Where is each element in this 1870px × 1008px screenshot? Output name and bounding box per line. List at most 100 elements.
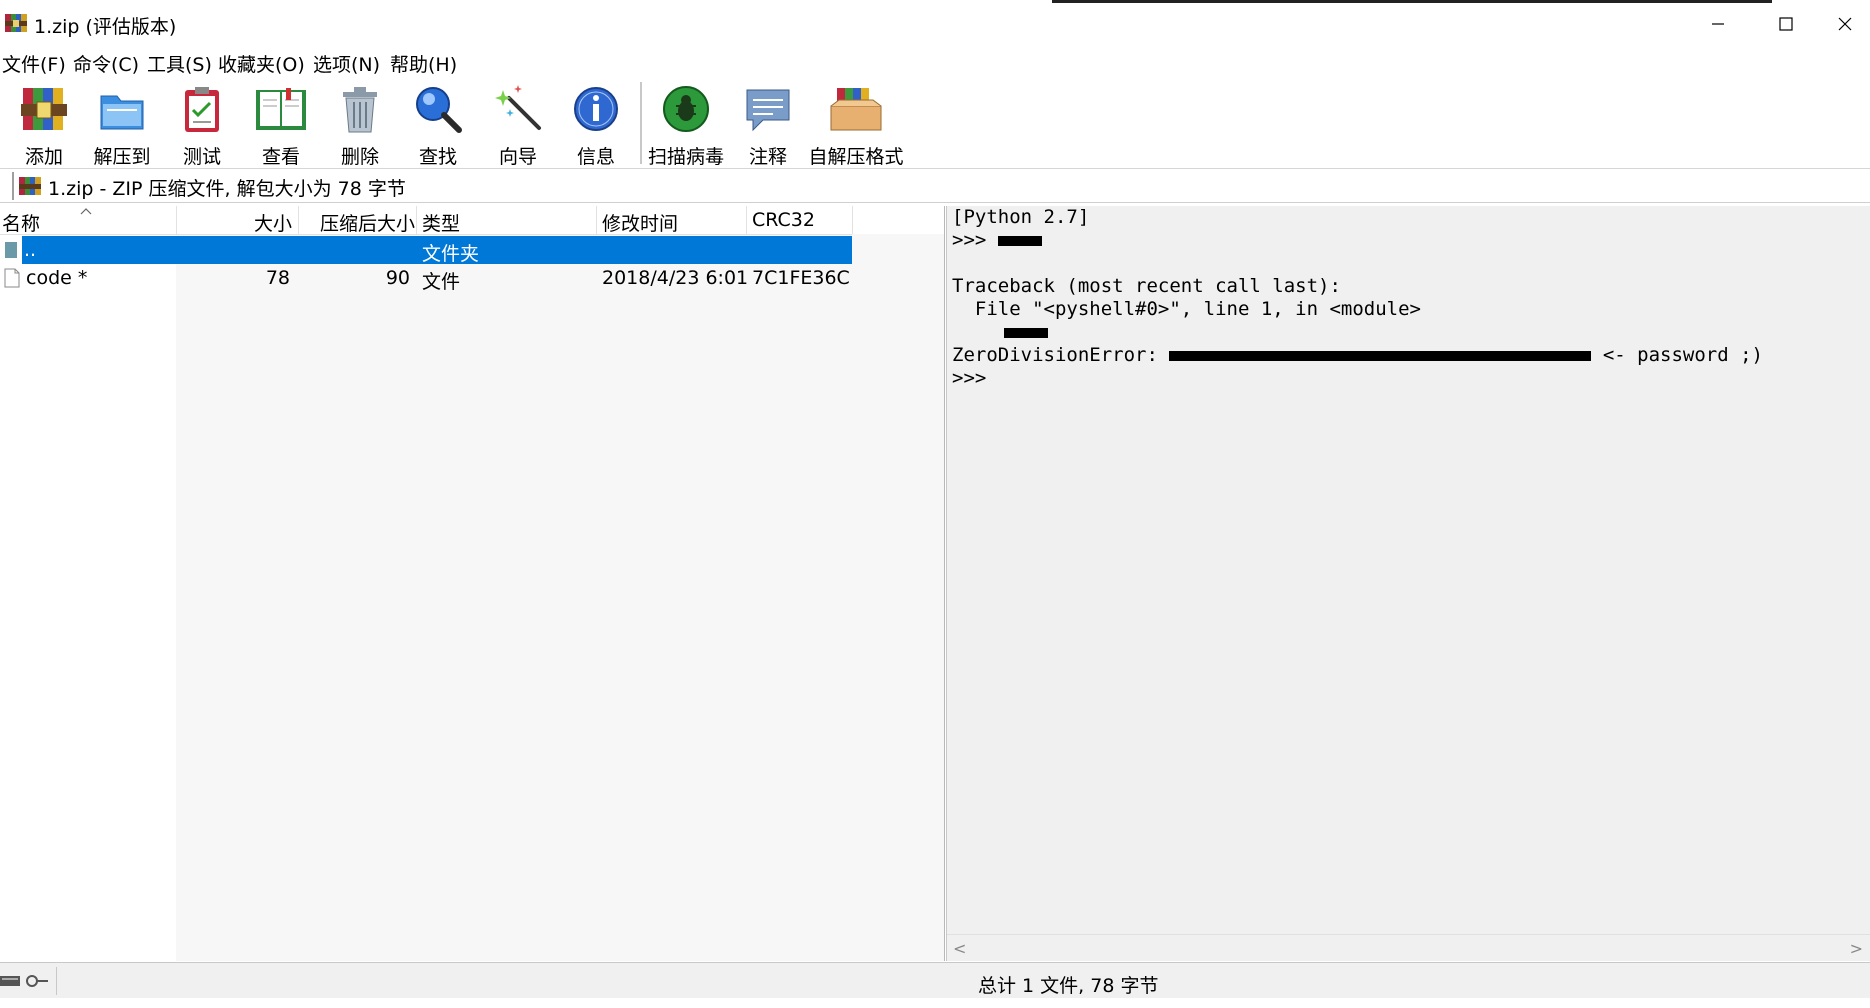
sfx-button[interactable]: 自解压格式 bbox=[808, 82, 904, 168]
file-list-header: 名称 大小 压缩后大小 类型 修改时间 CRC32 bbox=[0, 206, 853, 236]
column-modified[interactable]: 修改时间 bbox=[602, 209, 678, 236]
file-icon bbox=[4, 268, 20, 288]
wizard-wand-icon bbox=[495, 85, 541, 130]
extract-to-label: 解压到 bbox=[93, 146, 151, 168]
column-type[interactable]: 类型 bbox=[422, 209, 460, 236]
add-archive-icon bbox=[21, 88, 67, 130]
winrar-app-icon bbox=[5, 14, 27, 32]
view-button[interactable]: 查看 bbox=[243, 82, 319, 168]
comment-label: 注释 bbox=[748, 146, 787, 168]
sort-ascending-icon bbox=[80, 208, 92, 215]
shell-version: [Python 2.7] bbox=[952, 206, 1090, 228]
add-button[interactable]: 添加 bbox=[6, 82, 82, 168]
sfx-label: 自解压格式 bbox=[808, 146, 904, 168]
view-label: 查看 bbox=[261, 146, 300, 168]
header-divider[interactable] bbox=[852, 206, 853, 234]
close-button[interactable] bbox=[1820, 0, 1870, 48]
file-name: .. bbox=[24, 239, 37, 261]
horizontal-scrollbar[interactable]: < > bbox=[947, 934, 1870, 961]
redacted-input bbox=[997, 235, 1042, 246]
comment-bubble-icon bbox=[746, 89, 790, 132]
extract-to-button[interactable]: 解压到 bbox=[84, 82, 160, 168]
menu-help[interactable]: 帮助(H) bbox=[390, 50, 457, 77]
scroll-right-icon[interactable]: > bbox=[1850, 939, 1863, 958]
details-column-bg bbox=[176, 234, 944, 961]
header-divider[interactable] bbox=[176, 206, 177, 234]
header-divider[interactable] bbox=[416, 206, 417, 234]
column-name[interactable]: 名称 bbox=[2, 209, 40, 236]
header-divider[interactable] bbox=[746, 206, 747, 234]
shell-prompt: >>> bbox=[952, 229, 987, 251]
toolbar: 添加 解压到 测试 查看 删除 查找 向导 信息 扫描病毒 注释 自解压格式 bbox=[0, 78, 1870, 169]
column-packed-size[interactable]: 压缩后大小 bbox=[320, 209, 415, 236]
test-button[interactable]: 测试 bbox=[164, 82, 240, 168]
menu-file[interactable]: 文件(F) bbox=[2, 50, 66, 77]
header-divider[interactable] bbox=[298, 206, 299, 234]
bottom-strip bbox=[0, 998, 1870, 1008]
info-icon bbox=[574, 87, 618, 131]
drive-key-icon bbox=[0, 975, 48, 987]
info-button[interactable]: 信息 bbox=[558, 82, 634, 168]
file-row-code[interactable]: code * 78 90 文件 2018/4/23 6:01 7C1FE36C bbox=[0, 264, 852, 293]
wizard-button[interactable]: 向导 bbox=[480, 82, 556, 168]
find-button[interactable]: 查找 bbox=[400, 82, 476, 168]
background-window-strip bbox=[1052, 0, 1772, 3]
error-label: ZeroDivisionError: bbox=[952, 344, 1158, 366]
traceback-file-line: File "<pyshell#0>", line 1, in <module> bbox=[952, 298, 1421, 320]
extract-folder-icon bbox=[100, 95, 144, 130]
archive-icon bbox=[19, 177, 41, 195]
window-title: 1.zip (评估版本) bbox=[34, 16, 177, 38]
delete-button[interactable]: 删除 bbox=[322, 82, 398, 168]
traceback-header: Traceback (most recent call last): bbox=[952, 275, 1341, 297]
file-modified: 2018/4/23 6:01 bbox=[602, 267, 749, 289]
virus-scan-label: 扫描病毒 bbox=[647, 146, 724, 168]
file-name: code * bbox=[26, 267, 88, 289]
sfx-box-icon bbox=[830, 88, 882, 131]
scroll-left-icon[interactable]: < bbox=[953, 939, 966, 958]
find-label: 查找 bbox=[418, 146, 457, 168]
status-separator bbox=[56, 967, 57, 995]
minimize-button[interactable] bbox=[1684, 0, 1752, 48]
column-size[interactable]: 大小 bbox=[254, 209, 292, 236]
status-summary: 总计 1 文件, 78 字节 bbox=[978, 975, 1159, 997]
add-label: 添加 bbox=[24, 146, 63, 168]
title-bar: 1.zip (评估版本) bbox=[0, 0, 1870, 48]
test-clipboard-icon bbox=[185, 87, 219, 132]
file-packed-size: 90 bbox=[385, 267, 410, 289]
redacted-password bbox=[1169, 350, 1592, 361]
minimize-icon bbox=[1712, 23, 1724, 25]
wizard-label: 向导 bbox=[498, 146, 537, 168]
file-row-parent[interactable]: .. 文件夹 bbox=[0, 236, 852, 265]
shell-prompt-final: >>> bbox=[952, 367, 987, 389]
menu-bar: 文件(F) 命令(C) 工具(S) 收藏夹(O) 选项(N) 帮助(H) bbox=[0, 48, 1870, 78]
test-label: 测试 bbox=[182, 146, 221, 168]
virus-scan-icon bbox=[663, 86, 709, 132]
parent-folder-icon bbox=[5, 242, 17, 258]
file-type: 文件 bbox=[422, 271, 461, 293]
file-crc32: 7C1FE36C bbox=[752, 267, 850, 289]
file-type: 文件夹 bbox=[422, 243, 480, 265]
address-path[interactable]: 1.zip - ZIP 压缩文件, 解包大小为 78 字节 bbox=[48, 174, 406, 201]
file-size: 78 bbox=[265, 267, 290, 289]
menu-commands[interactable]: 命令(C) bbox=[73, 50, 139, 77]
trash-icon bbox=[343, 87, 377, 133]
status-bar: 总计 1 文件, 78 字节 bbox=[0, 962, 1870, 999]
view-book-icon bbox=[256, 88, 306, 130]
maximize-icon bbox=[1779, 17, 1793, 31]
comment-button[interactable]: 注释 bbox=[730, 82, 806, 168]
error-note: <- password ;) bbox=[1602, 344, 1763, 366]
comment-panel: [Python 2.7] >>> Traceback (most recent … bbox=[946, 206, 1870, 961]
redacted-code bbox=[1004, 327, 1048, 338]
menu-tools[interactable]: 工具(S) bbox=[147, 50, 212, 77]
python-shell-text: [Python 2.7] >>> Traceback (most recent … bbox=[952, 206, 1763, 390]
file-list-panel: 名称 大小 压缩后大小 类型 修改时间 CRC32 .. 文件夹 code * … bbox=[0, 206, 945, 961]
header-divider[interactable] bbox=[596, 206, 597, 234]
column-crc32[interactable]: CRC32 bbox=[752, 209, 815, 231]
magnifier-icon bbox=[416, 87, 462, 133]
menu-favorites[interactable]: 收藏夹(O) bbox=[218, 50, 305, 77]
maximize-button[interactable] bbox=[1752, 0, 1820, 48]
delete-label: 删除 bbox=[340, 146, 379, 168]
name-column-bg bbox=[0, 234, 176, 961]
virus-scan-button[interactable]: 扫描病毒 bbox=[648, 82, 724, 168]
menu-options[interactable]: 选项(N) bbox=[313, 50, 380, 77]
